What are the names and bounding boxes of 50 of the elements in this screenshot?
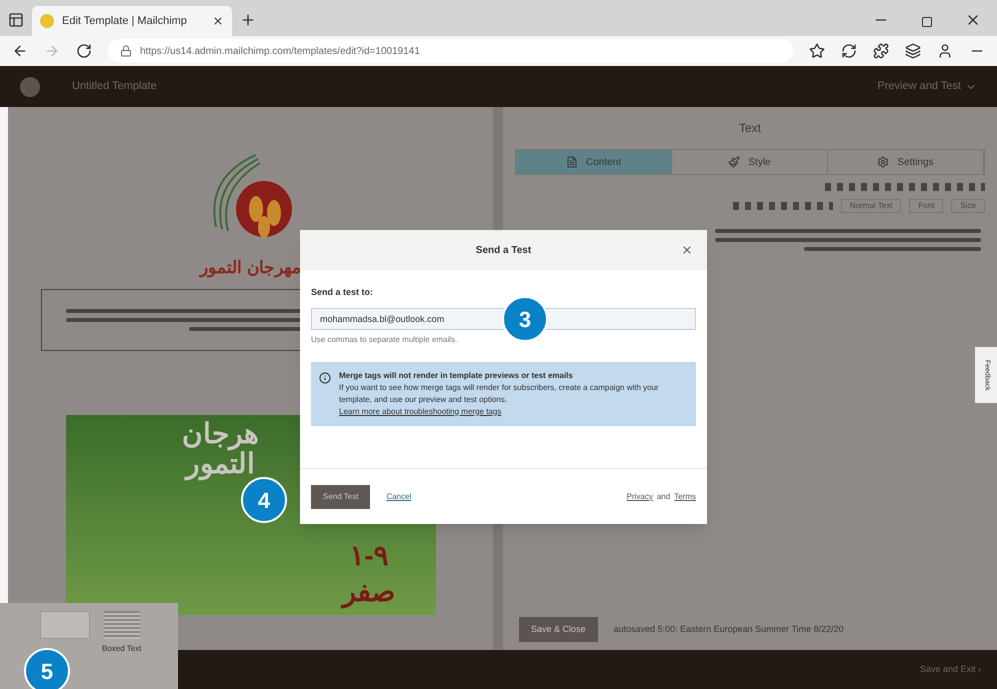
poster-month: صفر xyxy=(342,576,396,606)
browser-tab[interactable]: Edit Template | Mailchimp xyxy=(32,6,232,36)
address-bar[interactable]: https://us14.admin.mailchimp.com/templates/edit?id=10019141 xyxy=(108,39,793,63)
and-text: and xyxy=(656,490,670,502)
dialog-title: Send a Test xyxy=(476,244,532,258)
gear-icon xyxy=(877,156,890,168)
notice-title: Merge tags will not render in template previews or test emails xyxy=(339,370,574,382)
block-label: Boxed Text xyxy=(102,643,142,655)
festival-title: مهرجان التمور xyxy=(200,257,301,280)
field-label: Send a test to: xyxy=(311,286,374,299)
extensions-icon[interactable] xyxy=(873,43,889,59)
terms-link[interactable]: Terms xyxy=(674,490,696,502)
preview-menu[interactable]: Preview and Test xyxy=(877,78,977,95)
font-select[interactable]: Font xyxy=(909,199,944,213)
tab-actions-icon[interactable] xyxy=(8,12,24,28)
troubleshooting-link[interactable]: Learn more about troubleshooting merge tags xyxy=(339,406,688,418)
poster-dates: ٩-١ xyxy=(349,538,389,572)
field-hint: Use commas to separate multiple emails. xyxy=(311,334,458,346)
refresh-icon[interactable] xyxy=(76,43,92,59)
format-toolbar-icons[interactable] xyxy=(732,202,833,210)
sync-icon[interactable] xyxy=(841,43,857,59)
profile-icon[interactable] xyxy=(937,43,953,59)
brush-icon xyxy=(728,156,740,168)
close-icon[interactable] xyxy=(212,15,224,27)
save-close-button[interactable]: Save & Close xyxy=(519,616,598,642)
block-thumbnail-icon[interactable] xyxy=(40,611,90,639)
star-icon[interactable] xyxy=(809,43,825,59)
privacy-link[interactable]: Privacy xyxy=(626,490,653,502)
block-thumbnail-icon[interactable] xyxy=(104,611,140,639)
cancel-link[interactable]: Cancel xyxy=(386,490,412,502)
collections-icon[interactable] xyxy=(905,43,921,59)
template-title: Untitled Template xyxy=(72,79,157,94)
size-select[interactable]: Size xyxy=(951,199,985,213)
info-icon xyxy=(319,372,331,384)
mailchimp-favicon-icon xyxy=(40,14,54,28)
format-select[interactable]: Normal Text xyxy=(840,199,902,213)
format-toolbar-icons[interactable] xyxy=(825,183,985,191)
maximize-icon[interactable] xyxy=(921,16,933,28)
lock-icon xyxy=(120,45,132,57)
notice-text: If you want to see how merge tags will render for subscribers, create a campaign with your template, and use our preview and test options. xyxy=(339,382,660,406)
save-exit-button[interactable]: Save and Exit › xyxy=(920,662,981,676)
poster-title: هرجان xyxy=(182,418,259,448)
autosave-status: autosaved 5:00: Eastern European Summer Time 8/22/20 xyxy=(614,622,844,636)
panel-tab[interactable]: Content xyxy=(516,150,672,174)
back-icon[interactable] xyxy=(12,43,28,59)
panel-title: Text xyxy=(738,120,761,137)
new-tab-icon[interactable] xyxy=(240,12,256,28)
send-test-button[interactable]: Send Test xyxy=(311,484,370,508)
close-icon[interactable] xyxy=(681,244,693,256)
document-icon xyxy=(566,156,578,168)
